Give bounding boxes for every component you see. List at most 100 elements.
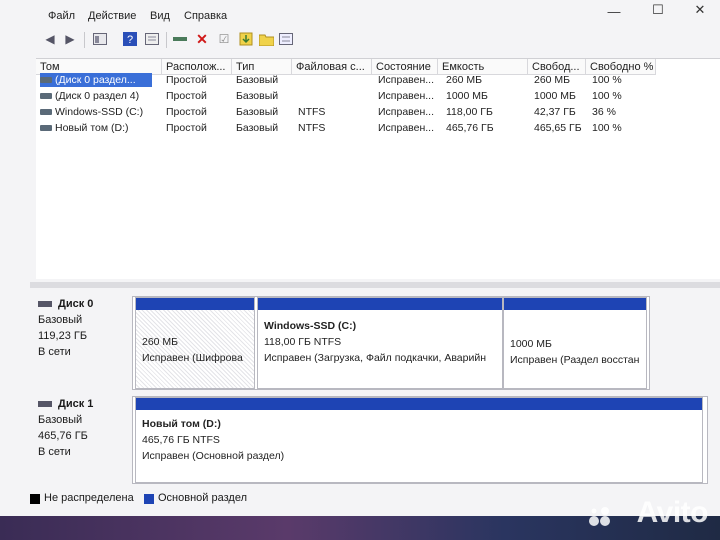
close-icon[interactable]: ✕ xyxy=(690,2,710,18)
volume-icon xyxy=(40,93,52,100)
status-cell: Исправен... xyxy=(378,90,435,102)
capacity-cell: 1000 МБ xyxy=(446,90,488,102)
menu-help[interactable]: Справка xyxy=(184,10,227,22)
delete-icon[interactable]: ✕ xyxy=(194,31,210,47)
volume-name: Новый том (D:) xyxy=(55,122,129,134)
type-cell: Базовый xyxy=(236,90,279,102)
free-percent-cell: 100 % xyxy=(592,74,622,86)
free-percent-cell: 100 % xyxy=(592,122,622,134)
disk-title: Диск 0 xyxy=(58,298,94,310)
capacity-cell: 118,00 ГБ xyxy=(446,106,493,118)
menu-file[interactable]: Файл xyxy=(48,10,75,22)
help-icon[interactable]: ? xyxy=(122,31,138,47)
partition-title: Windows-SSD (C:) xyxy=(264,320,357,332)
layout-cell: Простой xyxy=(166,106,207,118)
disk-size: 119,23 ГБ xyxy=(38,330,88,342)
filesystem-cell: NTFS xyxy=(298,122,326,134)
legend: Не распределена Основной раздел xyxy=(24,488,720,510)
volume-name: (Диск 0 раздел... xyxy=(55,74,136,86)
table-row[interactable]: Windows-SSD (C:) Простой Базовый NTFS Ис… xyxy=(36,105,720,119)
layout-cell: Простой xyxy=(166,74,207,86)
type-cell: Базовый xyxy=(236,106,279,118)
disk-1-partitions: Новый том (D:) 465,76 ГБ NTFS Исправен (… xyxy=(132,396,708,484)
disk-0-partitions: 260 МБ Исправен (Шифрова Windows-SSD (C:… xyxy=(132,296,650,390)
partition-windows-ssd[interactable]: Windows-SSD (C:) 118,00 ГБ NTFS Исправен… xyxy=(257,297,503,389)
toolbar-separator xyxy=(84,32,85,48)
partition-new-volume[interactable]: Новый том (D:) 465,76 ГБ NTFS Исправен (… xyxy=(135,397,703,483)
forward-arrow-icon[interactable]: ▶ xyxy=(62,31,78,47)
free-percent-cell: 100 % xyxy=(592,90,622,102)
toolbar: ◀ ▶ ? ✕ ☑ xyxy=(0,28,720,52)
avito-logo-icon xyxy=(589,507,610,526)
partition-efi[interactable]: 260 МБ Исправен (Шифрова xyxy=(135,297,255,389)
disk-title: Диск 1 xyxy=(58,398,94,410)
free-percent-cell: 36 % xyxy=(592,106,616,118)
check-icon[interactable]: ☑ xyxy=(216,31,232,47)
partition-title: Новый том (D:) xyxy=(142,418,221,430)
partition-recovery[interactable]: 1000 МБ Исправен (Раздел восстан xyxy=(503,297,647,389)
list-icon[interactable] xyxy=(278,31,294,47)
volume-name-cell[interactable]: Windows-SSD (C:) xyxy=(40,105,158,119)
layout-cell: Простой xyxy=(166,90,207,102)
disk-management-window: Файл Действие Вид Справка — ☐ ✕ ◀ ▶ ? ✕ … xyxy=(0,0,720,516)
capacity-cell: 260 МБ xyxy=(446,74,483,86)
type-cell: Базовый xyxy=(236,74,279,86)
partition-size: 465,76 ГБ NTFS xyxy=(142,434,220,446)
disk-0-label[interactable]: Диск 0 Базовый 119,23 ГБ В сети xyxy=(30,296,130,386)
table-row[interactable]: (Диск 0 раздел... Простой Базовый Исправ… xyxy=(36,73,720,87)
partition-status: Исправен (Загрузка, Файл подкачки, Авари… xyxy=(264,352,486,364)
partition-bar xyxy=(136,298,254,310)
disk-state: В сети xyxy=(38,346,71,358)
disk-size: 465,76 ГБ xyxy=(38,430,88,442)
volume-icon xyxy=(40,125,52,132)
back-arrow-icon[interactable]: ◀ xyxy=(42,31,58,47)
disk-icon xyxy=(38,401,52,408)
status-cell: Исправен... xyxy=(378,122,435,134)
volume-list: Том Располож... Тип Файловая с... Состоя… xyxy=(36,58,720,279)
folder-icon[interactable] xyxy=(258,31,274,47)
pane-splitter[interactable] xyxy=(30,282,720,288)
connect-icon[interactable] xyxy=(172,31,188,47)
status-cell: Исправен... xyxy=(378,74,435,86)
unallocated-swatch xyxy=(30,494,40,504)
import-icon[interactable] xyxy=(238,31,254,47)
table-row[interactable]: (Диск 0 раздел 4) Простой Базовый Исправ… xyxy=(36,89,720,103)
partition-status: Исправен (Основной раздел) xyxy=(142,450,285,462)
partition-size: 1000 МБ xyxy=(510,338,552,350)
toolbar-separator xyxy=(166,32,167,48)
free-cell: 465,65 ГБ xyxy=(534,122,582,134)
volume-name-cell[interactable]: (Диск 0 раздел... xyxy=(40,73,152,87)
disk-icon xyxy=(38,301,52,308)
properties-icon[interactable] xyxy=(144,31,160,47)
partition-status: Исправен (Раздел восстан xyxy=(510,354,640,366)
volume-name-cell[interactable]: Новый том (D:) xyxy=(40,121,158,135)
free-cell: 1000 МБ xyxy=(534,90,576,102)
disk-1-label[interactable]: Диск 1 Базовый 465,76 ГБ В сети xyxy=(30,396,130,486)
volume-icon xyxy=(40,109,52,116)
legend-unallocated: Не распределена xyxy=(44,492,134,504)
free-cell: 42,37 ГБ xyxy=(534,106,576,118)
filesystem-cell: NTFS xyxy=(298,106,326,118)
disk-type: Базовый xyxy=(38,414,83,426)
menu-view[interactable]: Вид xyxy=(150,10,170,22)
maximize-icon[interactable]: ☐ xyxy=(648,2,668,18)
disk-state: В сети xyxy=(38,446,71,458)
volume-name: Windows-SSD (C:) xyxy=(55,106,144,118)
watermark-text: Avito xyxy=(636,496,709,529)
menu-action[interactable]: Действие xyxy=(88,10,136,22)
volume-name-cell[interactable]: (Диск 0 раздел 4) xyxy=(40,89,158,103)
disk-type: Базовый xyxy=(38,314,83,326)
legend-primary: Основной раздел xyxy=(158,492,247,504)
free-cell: 260 МБ xyxy=(534,74,571,86)
console-icon[interactable] xyxy=(92,31,108,47)
volume-name: (Диск 0 раздел 4) xyxy=(55,90,140,102)
partition-size: 118,00 ГБ NTFS xyxy=(264,336,342,348)
status-cell: Исправен... xyxy=(378,106,435,118)
svg-text:?: ? xyxy=(127,34,133,46)
minimize-icon[interactable]: — xyxy=(604,4,624,19)
primary-swatch xyxy=(144,494,154,504)
menu-bar: Файл Действие Вид Справка — ☐ ✕ xyxy=(0,2,720,28)
table-row[interactable]: Новый том (D:) Простой Базовый NTFS Испр… xyxy=(36,121,720,135)
partition-status: Исправен (Шифрова xyxy=(142,352,243,364)
partition-bar xyxy=(258,298,502,310)
